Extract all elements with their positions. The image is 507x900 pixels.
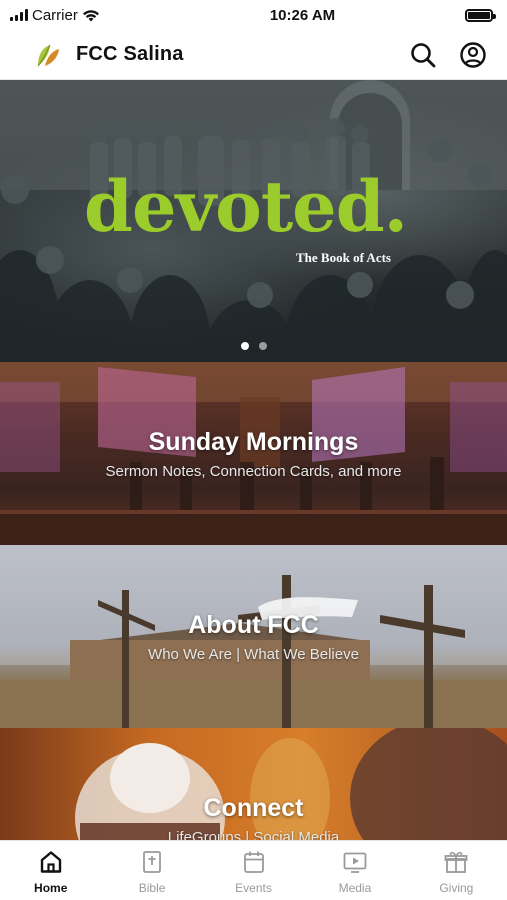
tab-giving[interactable]: Giving bbox=[406, 841, 507, 900]
fellowship-image bbox=[75, 728, 507, 840]
home-icon bbox=[40, 851, 61, 873]
home-feed[interactable]: devoted. The Book of Acts Sunday Morning… bbox=[0, 80, 507, 840]
tab-bar: Home Bible Events Media Giving bbox=[0, 840, 507, 900]
carousel-pagination[interactable] bbox=[0, 342, 507, 350]
leaf-logo-icon bbox=[37, 44, 59, 66]
tile-subtitle: Sermon Notes, Connection Cards, and more bbox=[105, 462, 402, 480]
media-icon bbox=[343, 852, 367, 873]
battery-icon bbox=[465, 8, 496, 22]
tab-bible[interactable]: Bible bbox=[101, 841, 202, 900]
tab-label: Bible bbox=[138, 881, 166, 895]
tile-subtitle: LifeGroups | Social Media bbox=[167, 829, 340, 840]
bible-icon bbox=[143, 851, 162, 873]
account-circle-icon bbox=[460, 41, 486, 68]
tab-events[interactable]: Events bbox=[203, 841, 304, 900]
tile-title: Sunday Mornings bbox=[148, 427, 359, 456]
account-button[interactable] bbox=[455, 37, 491, 73]
tile-subtitle: Who We Are | What We Believe bbox=[148, 645, 359, 663]
tab-label: Media bbox=[338, 881, 372, 895]
app-header: FCC Salina bbox=[0, 30, 507, 80]
status-bar: Carrier 10:26 AM bbox=[0, 0, 507, 30]
tile-title: Connect bbox=[203, 794, 304, 822]
gift-icon bbox=[444, 852, 468, 873]
hero-carousel[interactable]: devoted. The Book of Acts bbox=[0, 80, 507, 362]
status-left: Carrier bbox=[10, 7, 180, 24]
search-icon bbox=[411, 42, 436, 67]
tab-label: Events bbox=[235, 881, 272, 895]
status-time: 10:26 AM bbox=[269, 6, 336, 24]
app-title: FCC Salina bbox=[76, 43, 184, 65]
carousel-dot[interactable] bbox=[258, 342, 267, 350]
tab-home[interactable]: Home bbox=[0, 841, 101, 900]
carousel-dot[interactable] bbox=[240, 342, 249, 350]
carrier-label: Carrier bbox=[32, 6, 78, 24]
hero-title: devoted. bbox=[84, 165, 408, 248]
tile-connect[interactable]: Connect LifeGroups | Social Media bbox=[0, 728, 507, 840]
tile-sunday-mornings[interactable]: Sunday Mornings Sermon Notes, Connection… bbox=[0, 362, 507, 545]
tile-title: About FCC bbox=[188, 610, 319, 639]
wifi-icon bbox=[82, 10, 99, 22]
tab-label: Home bbox=[34, 881, 68, 895]
calendar-icon bbox=[243, 851, 264, 873]
hero-subtitle: The Book of Acts bbox=[296, 250, 391, 265]
tab-media[interactable]: Media bbox=[304, 841, 405, 900]
search-button[interactable] bbox=[405, 37, 441, 73]
tab-label: Giving bbox=[439, 881, 474, 895]
signal-icon bbox=[10, 9, 28, 21]
tile-about-fcc[interactable]: About FCC Who We Are | What We Believe bbox=[0, 545, 507, 728]
